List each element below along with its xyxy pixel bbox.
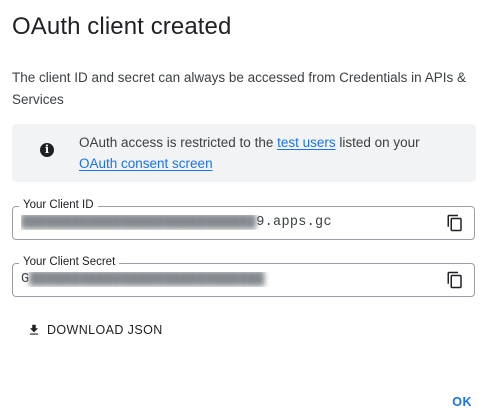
download-json-button[interactable]: DOWNLOAD JSON bbox=[27, 320, 163, 340]
client-secret-visible-start: G bbox=[21, 272, 30, 287]
client-secret-field[interactable]: Your Client Secret G████████████████████… bbox=[12, 255, 475, 297]
info-banner: i OAuth access is restricted to the test… bbox=[12, 124, 476, 182]
info-icon: i bbox=[40, 143, 54, 157]
info-text-middle: listed on your bbox=[335, 135, 420, 150]
oauth-consent-screen-link[interactable]: OAuth consent screen bbox=[79, 156, 213, 171]
info-text-before: OAuth access is restricted to the bbox=[79, 135, 278, 150]
copy-client-secret-button[interactable] bbox=[446, 271, 464, 289]
client-id-visible-end: 9.apps.gc bbox=[256, 215, 332, 230]
test-users-link[interactable]: test users bbox=[277, 135, 336, 150]
client-secret-value: G████████████████████████████ bbox=[21, 272, 434, 287]
client-secret-redacted: ████████████████████████████ bbox=[29, 272, 265, 287]
client-id-label: Your Client ID bbox=[19, 198, 98, 212]
oauth-client-created-dialog: OAuth client created The client ID and s… bbox=[0, 0, 488, 415]
dialog-title: OAuth client created bbox=[12, 13, 232, 40]
info-text: OAuth access is restricted to the test u… bbox=[79, 132, 459, 174]
client-id-field[interactable]: Your Client ID █████████████████████████… bbox=[12, 198, 475, 240]
client-secret-label: Your Client Secret bbox=[19, 255, 120, 269]
download-json-label: DOWNLOAD JSON bbox=[47, 323, 163, 337]
ok-button[interactable]: OK bbox=[452, 395, 472, 409]
dialog-description: The client ID and secret can always be a… bbox=[12, 70, 466, 107]
copy-icon bbox=[447, 271, 462, 289]
client-id-value: ████████████████████████████9.apps.gc bbox=[21, 215, 434, 230]
download-icon bbox=[29, 324, 39, 335]
copy-icon bbox=[447, 214, 462, 232]
copy-client-id-button[interactable] bbox=[446, 214, 464, 232]
client-id-redacted: ████████████████████████████ bbox=[21, 215, 257, 230]
